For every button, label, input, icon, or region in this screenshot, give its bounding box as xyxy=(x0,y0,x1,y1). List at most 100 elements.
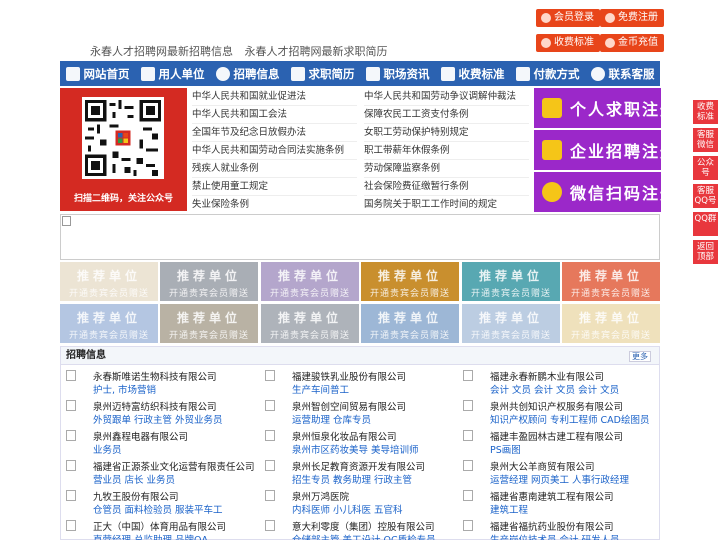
job-positions[interactable]: 外贸跟单 行政主管 外贸业务员 xyxy=(93,412,223,426)
job-positions[interactable]: 生产车间普工 xyxy=(292,382,349,396)
free-register-button[interactable]: 免费注册 xyxy=(600,9,664,27)
side-fee-standard[interactable]: 收费标准 xyxy=(693,100,718,124)
law-link[interactable]: 全国年节及纪念日放假办法 xyxy=(192,124,306,142)
job-positions[interactable]: 泉州市区药妆美导 美导培训师 xyxy=(292,442,419,456)
recommend-unit-tile[interactable]: 推荐单位 开通贵宾会员赠送 xyxy=(361,262,459,301)
job-positions[interactable]: 运营助理 仓库专员 xyxy=(292,412,371,426)
job-entry[interactable]: 泉州大公羊商贸有限公司 运营经理 网页美工 人事行政经理 xyxy=(463,459,653,489)
fee-standard-button[interactable]: 收费标准 xyxy=(536,34,600,52)
company-name[interactable]: 福建省正源茶业文化运营有限责任公司 xyxy=(93,459,255,473)
job-entry[interactable]: 正大（中国）体育用品有限公司直营经理 总监助理 品牌QA xyxy=(66,519,256,540)
nav-item-payment[interactable]: 付款方式 xyxy=(510,61,585,86)
side-back-to-top[interactable]: 返回顶部 xyxy=(693,240,718,264)
recommend-unit-tile[interactable]: 推荐单位 开通贵宾会员赠送 xyxy=(462,262,560,301)
job-entry[interactable]: 福建省正源茶业文化运营有限责任公司 营业员 店长 业务员 xyxy=(66,459,256,489)
recommend-unit-tile[interactable]: 推荐单位 开通贵宾会员赠送 xyxy=(261,262,359,301)
job-positions[interactable]: 营业员 店长 业务员 xyxy=(93,472,175,486)
job-entry[interactable]: 泉州智创空间贸易有限公司 运营助理 仓库专员 xyxy=(265,399,455,429)
more-link[interactable]: 更多 xyxy=(629,351,651,362)
job-positions[interactable]: 仓管员 面料检验员 服装平车工 xyxy=(93,502,223,516)
latest-jobs-link[interactable]: 永春人才招聘网最新招聘信息 xyxy=(90,45,233,58)
company-name[interactable]: 泉州共创知识产权服务有限公司 xyxy=(490,399,623,413)
company-name[interactable]: 泉州智创空间贸易有限公司 xyxy=(292,399,406,413)
law-link[interactable]: 中华人民共和国工会法 xyxy=(192,106,287,124)
job-entry[interactable]: 泉州万鸿医院 内科医师 小儿科医 五官科 xyxy=(265,489,455,519)
job-entry[interactable]: 泉州迈特富纺织科技有限公司 外贸跟单 行政主管 外贸业务员 xyxy=(66,399,256,429)
recommend-unit-tile[interactable]: 推荐单位 开通贵宾会员赠送 xyxy=(562,262,660,301)
job-positions[interactable]: 直营经理 总监助理 品牌QA xyxy=(93,532,208,540)
job-entry[interactable]: 泉州长足教育资源开发有限公司 招生专员 教务助理 行政主管 xyxy=(265,459,455,489)
company-register-button[interactable]: 企业招聘注册 xyxy=(534,130,676,170)
law-link[interactable]: 女职工劳动保护特别规定 xyxy=(364,124,469,142)
recommend-unit-tile[interactable]: 推荐单位 开通贵宾会员赠送 xyxy=(261,304,359,343)
nav-item-jobs[interactable]: 招聘信息 xyxy=(210,61,285,86)
job-entry[interactable]: 福建丰盈园林古建工程有限公司 PS画图 xyxy=(463,429,653,459)
recommend-unit-tile[interactable]: 推荐单位 开通贵宾会员赠送 xyxy=(60,304,158,343)
law-link[interactable]: 中华人民共和国劳动合同法实施条例 xyxy=(192,142,344,160)
law-link[interactable]: 劳动保障监察条例 xyxy=(364,160,440,178)
law-link[interactable]: 残疾人就业条例 xyxy=(192,160,259,178)
job-entry[interactable]: 泉州鑫程电器有限公司 业务员 xyxy=(66,429,256,459)
law-link[interactable]: 社会保险费征缴暂行条例 xyxy=(364,178,469,196)
company-name[interactable]: 福建省惠南建筑工程有限公司 xyxy=(490,489,614,503)
company-name[interactable]: 福建省福抗药业股份有限公司 xyxy=(490,519,614,533)
company-name[interactable]: 泉州迈特富纺织科技有限公司 xyxy=(93,399,217,413)
side-official-account[interactable]: 公众号 xyxy=(693,156,718,180)
recommend-unit-tile[interactable]: 推荐单位 开通贵宾会员赠送 xyxy=(462,304,560,343)
job-positions[interactable]: 护士, 市场营销 xyxy=(93,382,156,396)
nav-item-employers[interactable]: 用人单位 xyxy=(135,61,210,86)
job-positions[interactable]: 知识产权顾问 专利工程师 CAD绘图员 xyxy=(490,412,650,426)
nav-item-home[interactable]: 网站首页 xyxy=(60,61,135,86)
company-name[interactable]: 泉州大公羊商贸有限公司 xyxy=(490,459,595,473)
coin-recharge-button[interactable]: 金币充值 xyxy=(600,34,664,52)
law-link[interactable]: 中华人民共和国就业促进法 xyxy=(192,88,306,106)
job-positions[interactable]: 运营经理 网页美工 人事行政经理 xyxy=(490,472,629,486)
company-name[interactable]: 泉州鑫程电器有限公司 xyxy=(93,429,188,443)
law-link[interactable]: 职工带薪年休假条例 xyxy=(364,142,450,160)
job-positions[interactable]: 仓储部主管 美工设计 QC质检专员 xyxy=(292,532,436,540)
job-positions[interactable]: 内科医师 小儿科医 五官科 xyxy=(292,502,403,516)
company-name[interactable]: 意大利零度（集团）控股有限公司 xyxy=(292,519,435,533)
nav-item-contact[interactable]: 联系客服 xyxy=(585,61,660,86)
job-positions[interactable]: 招生专员 教务助理 行政主管 xyxy=(292,472,412,486)
company-name[interactable]: 福建永春新鹏木业有限公司 xyxy=(490,369,604,383)
job-entry[interactable]: 福建省福抗药业股份有限公司生产岗位技术员 会计 研发人员 xyxy=(463,519,653,540)
job-entry[interactable]: 永春斯唯诺生物科技有限公司 护士, 市场营销 xyxy=(66,369,256,399)
recommend-unit-tile[interactable]: 推荐单位 开通贵宾会员赠送 xyxy=(160,304,258,343)
ad-banner[interactable] xyxy=(60,214,660,260)
job-entry[interactable]: 福建永春新鹏木业有限公司 会计 文员 会计 文员 会计 文员 xyxy=(463,369,653,399)
nav-item-resumes[interactable]: 求职简历 xyxy=(285,61,360,86)
recommend-unit-tile[interactable]: 推荐单位 开通贵宾会员赠送 xyxy=(60,262,158,301)
job-entry[interactable]: 福建骏铁乳业股份有限公司 生产车间普工 xyxy=(265,369,455,399)
job-entry[interactable]: 泉州共创知识产权服务有限公司 知识产权顾问 专利工程师 CAD绘图员 xyxy=(463,399,653,429)
law-link[interactable]: 国务院关于职工工作时间的规定 xyxy=(364,196,497,214)
law-link[interactable]: 失业保险条例 xyxy=(192,196,249,214)
job-entry[interactable]: 意大利零度（集团）控股有限公司仓储部主管 美工设计 QC质检专员 xyxy=(265,519,455,540)
company-name[interactable]: 泉州长足教育资源开发有限公司 xyxy=(292,459,425,473)
recommend-unit-tile[interactable]: 推荐单位 开通贵宾会员赠送 xyxy=(160,262,258,301)
company-name[interactable]: 泉州万鸿医院 xyxy=(292,489,349,503)
job-positions[interactable]: PS画图 xyxy=(490,442,521,456)
law-link[interactable]: 保障农民工工资支付条例 xyxy=(364,106,469,124)
company-name[interactable]: 永春斯唯诺生物科技有限公司 xyxy=(93,369,217,383)
recommend-unit-tile[interactable]: 推荐单位 开通贵宾会员赠送 xyxy=(562,304,660,343)
job-entry[interactable]: 九牧王股份有限公司 仓管员 面料检验员 服装平车工 xyxy=(66,489,256,519)
side-qq-group[interactable]: QQ群 xyxy=(693,212,718,236)
job-positions[interactable]: 建筑工程 xyxy=(490,502,528,516)
job-positions[interactable]: 生产岗位技术员 会计 研发人员 xyxy=(490,532,620,540)
side-service-qq[interactable]: 客服QQ号 xyxy=(693,184,718,208)
nav-item-news[interactable]: 职场资讯 xyxy=(360,61,435,86)
recommend-unit-tile[interactable]: 推荐单位 开通贵宾会员赠送 xyxy=(361,304,459,343)
law-link[interactable]: 中华人民共和国劳动争议调解仲裁法 xyxy=(364,88,516,106)
company-name[interactable]: 福建骏铁乳业股份有限公司 xyxy=(292,369,406,383)
job-positions[interactable]: 会计 文员 会计 文员 会计 文员 xyxy=(490,382,619,396)
personal-register-button[interactable]: 个人求职注册 xyxy=(534,88,676,128)
wechat-register-button[interactable]: 微信扫码注册 xyxy=(534,172,676,212)
nav-item-fees[interactable]: 收费标准 xyxy=(435,61,510,86)
job-positions[interactable]: 业务员 xyxy=(93,442,122,456)
company-name[interactable]: 泉州恒泉化妆品有限公司 xyxy=(292,429,397,443)
company-name[interactable]: 九牧王股份有限公司 xyxy=(93,489,179,503)
company-name[interactable]: 福建丰盈园林古建工程有限公司 xyxy=(490,429,623,443)
law-link[interactable]: 禁止使用童工规定 xyxy=(192,178,268,196)
job-entry[interactable]: 泉州恒泉化妆品有限公司 泉州市区药妆美导 美导培训师 xyxy=(265,429,455,459)
